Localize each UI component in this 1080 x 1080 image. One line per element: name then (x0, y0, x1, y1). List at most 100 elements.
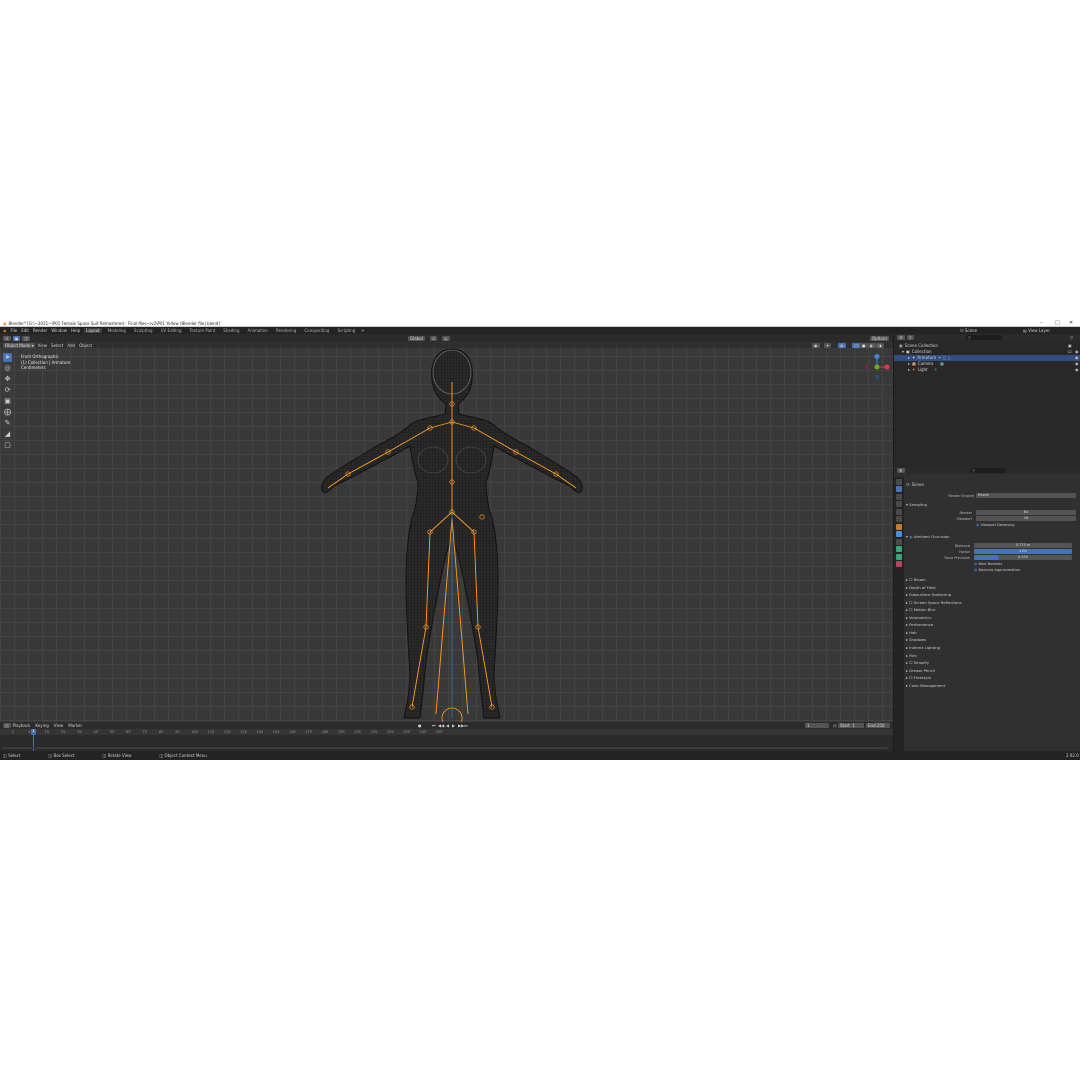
options-button[interactable]: Options (870, 335, 890, 341)
play-icon[interactable]: ▶ (452, 723, 455, 728)
section-motion-blur[interactable]: ▸ ☐ Motion Blur (906, 607, 935, 612)
overlay-toggle-icon[interactable]: ◍ (838, 342, 846, 348)
close-button[interactable]: ✕ (1069, 320, 1073, 326)
view-layer-selector[interactable]: ▤ View Layer (1023, 328, 1054, 333)
shading-solid-icon[interactable]: ● (860, 342, 868, 348)
current-frame-field[interactable]: 1 (805, 723, 829, 728)
add-workspace-icon[interactable]: + (361, 328, 364, 333)
ao-factor-slider[interactable]: 1.00 (974, 549, 1072, 554)
section-hair[interactable]: ▸ Hair (906, 630, 917, 635)
collection-checkbox-icon[interactable]: ☑ (1068, 349, 1072, 354)
timeline-scrollbar[interactable] (2, 747, 888, 749)
menu-marker[interactable]: Marker (68, 723, 82, 728)
sampling-header[interactable]: ▾ Sampling (906, 502, 927, 507)
bounces-approx-checkbox[interactable]: ▣ Bounces Approximation (974, 568, 1020, 572)
cursor-icon[interactable]: ◎ (3, 364, 12, 373)
outliner-row-collection[interactable]: ▾ ▣ Collection ☑ ◉ (894, 349, 1080, 355)
measure-icon[interactable]: ◢ (3, 430, 12, 439)
timeline-area[interactable]: 0 5 15 25 35 45 55 65 75 85 95 105 115 125 135 145 155 16… (0, 729, 893, 751)
expand-arrow-icon[interactable]: ▸ (908, 361, 910, 366)
mode-select[interactable]: Object Mode ▾ (3, 342, 36, 348)
menu-window[interactable]: Window (51, 328, 67, 333)
gizmo-z-ball[interactable] (874, 354, 880, 359)
select-mode-icon[interactable]: ▣ (12, 335, 21, 341)
transform-icon[interactable]: ⨁ (3, 408, 12, 417)
playhead[interactable]: 1 (31, 729, 36, 735)
data-tab-icon[interactable] (896, 553, 902, 560)
render-tab-icon[interactable] (896, 486, 902, 492)
gizmo-neg-x-ball[interactable] (865, 365, 869, 369)
gizmo-y-ball[interactable] (874, 364, 880, 370)
menu-playback[interactable]: Playback (13, 723, 31, 728)
outliner-search-input[interactable]: ⚲ (966, 335, 1002, 340)
collection-eye-icon[interactable]: ◉ (1075, 349, 1079, 354)
physics-tab-icon[interactable] (896, 538, 902, 545)
section-subsurface-scattering[interactable]: ▸ Subsurface Scattering (906, 592, 951, 597)
menu-object[interactable]: Object (79, 343, 92, 348)
section-freestyle[interactable]: ▸ ☐ Freestyle (906, 675, 931, 680)
select-box-icon[interactable]: ➤ (3, 353, 12, 362)
proportional-edit-icon[interactable]: ◎ (442, 335, 450, 341)
tab-scripting[interactable]: Scripting (335, 328, 357, 333)
annotate-icon[interactable]: ✎ (3, 419, 12, 428)
section-indirect-lighting[interactable]: ▸ Indirect Lighting (906, 645, 940, 650)
expand-arrow-icon[interactable]: ▸ (908, 367, 910, 372)
output-tab-icon[interactable] (896, 493, 902, 500)
outliner-row-light[interactable]: ▸ ☀ Light ☀ ◉ (894, 367, 1080, 373)
tab-shading[interactable]: Shading (221, 328, 241, 333)
section-shadows[interactable]: ▸ Shadows (906, 637, 926, 642)
pan-hand-icon[interactable] (883, 397, 889, 403)
section-grease-pencil[interactable]: ▸ Grease Pencil (906, 668, 935, 673)
section-color-management[interactable]: ▸ Color Management (906, 683, 945, 688)
shading-rendered-icon[interactable]: ◑ (876, 342, 884, 348)
move-icon[interactable]: ✥ (3, 375, 12, 384)
jump-end-icon[interactable]: ⏭ (464, 723, 468, 728)
visibility-icon[interactable]: ◉ (812, 342, 820, 348)
constraints-tab-icon[interactable] (896, 546, 902, 552)
menu-timeline-view[interactable]: View (54, 723, 64, 728)
viewport-denoising-checkbox[interactable]: ▣ Viewport Denoising (976, 523, 1014, 527)
world-tab-icon[interactable] (896, 516, 902, 522)
gizmo-toggle-icon[interactable]: ✦ (824, 342, 832, 348)
render-engine-select[interactable]: Eevee (976, 493, 1076, 498)
ao-distance-field[interactable]: 0.775 m (974, 543, 1072, 548)
perspective-toggle-icon[interactable] (883, 415, 889, 421)
tab-compositing[interactable]: Compositing (302, 328, 331, 333)
outliner-filter-checkbox-icon[interactable]: ▣ (1068, 343, 1072, 348)
tab-modeling[interactable]: Modeling (106, 328, 128, 333)
bent-normals-checkbox[interactable]: ▣ Bent Normals (974, 562, 1002, 566)
frame-ruler[interactable]: 0 5 15 25 35 45 55 65 75 85 95 105 115 125 135 145 155 16… (0, 729, 893, 735)
camera-eye-icon[interactable]: ◉ (1075, 361, 1079, 366)
menu-file[interactable]: File (11, 328, 18, 333)
jump-start-icon[interactable]: ⏮ (432, 723, 436, 728)
modifiers-tab-icon[interactable] (896, 531, 902, 537)
tab-uv-editing[interactable]: UV Editing (159, 328, 184, 333)
prev-key-icon[interactable]: ◀◀ (438, 723, 444, 728)
gizmo-x-ball[interactable] (884, 364, 890, 370)
record-icon[interactable]: ● (418, 723, 422, 728)
navigation-gizmo[interactable] (862, 354, 892, 434)
ao-header[interactable]: ▾ ▣ Ambient Occlusion (906, 534, 950, 539)
zoom-icon[interactable] (883, 388, 889, 394)
expand-arrow-icon[interactable]: ▸ (908, 355, 910, 360)
outliner-row-armature[interactable]: ▸ ✦ Armature ✦ □ △ ◉ (894, 355, 1080, 361)
section-depth-of-field[interactable]: ▸ Depth of Field (906, 585, 936, 590)
snap-icon[interactable]: ◫ (22, 335, 31, 341)
material-tab-icon[interactable] (896, 561, 902, 567)
properties-search-input[interactable]: ⚲ (970, 468, 1006, 473)
minimize-button[interactable]: – (1040, 320, 1043, 326)
end-frame-field[interactable]: End 250 (866, 723, 890, 728)
maximize-button[interactable]: □ (1055, 320, 1060, 326)
camera-view-icon[interactable] (883, 406, 889, 412)
tab-texture-paint[interactable]: Texture Paint (187, 328, 217, 333)
trace-precision-slider[interactable]: 0.250 (974, 555, 1072, 560)
section-bloom[interactable]: ▸ ☐ Bloom (906, 577, 926, 582)
pivot-icon[interactable]: ⊙ (430, 335, 438, 341)
play-reverse-icon[interactable]: ◀ (446, 723, 449, 728)
expand-arrow-icon[interactable]: ▾ (902, 349, 904, 354)
menu-select[interactable]: Select (51, 343, 63, 348)
blender-menu-icon[interactable]: ◉ (3, 328, 7, 333)
tab-rendering[interactable]: Rendering (274, 328, 298, 333)
tab-animation[interactable]: Animation (246, 328, 270, 333)
section-volumetrics[interactable]: ▸ Volumetrics (906, 615, 931, 620)
